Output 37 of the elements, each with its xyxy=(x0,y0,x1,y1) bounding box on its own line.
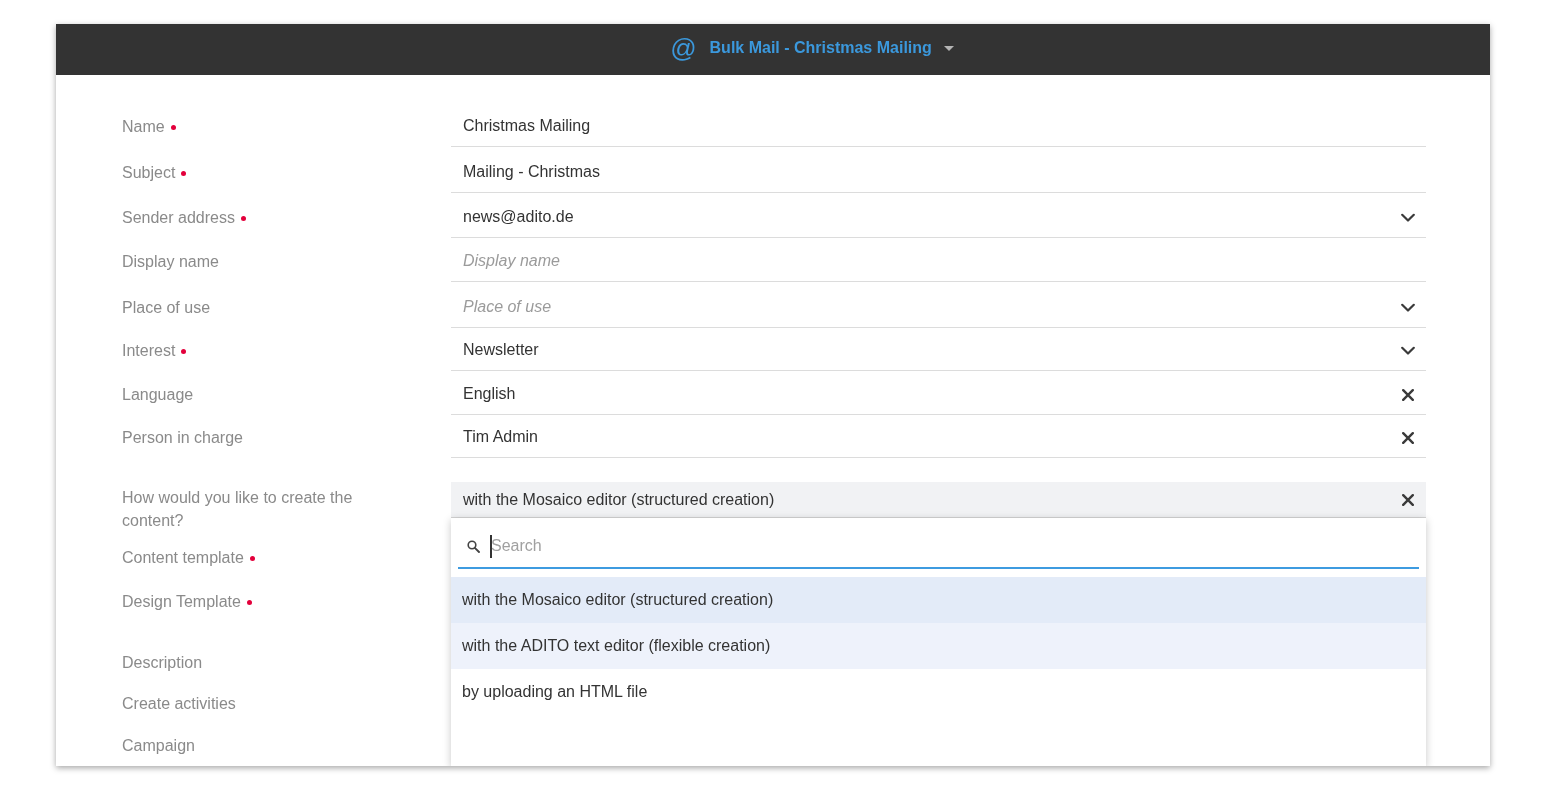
dropdown-option[interactable]: by uploading an HTML file xyxy=(451,669,1426,715)
field-label: Language xyxy=(122,385,194,405)
text-field[interactable]: Display name xyxy=(451,241,1426,282)
field-label: How would you like to create the content? xyxy=(122,488,354,531)
chevron-down-icon[interactable] xyxy=(1401,303,1415,312)
dropdown-option[interactable]: with the ADITO text editor (flexible creation) xyxy=(451,623,1426,669)
select-field[interactable]: Newsletter xyxy=(451,330,1426,371)
select-field[interactable]: with the Mosaico editor (structured creation) xyxy=(451,482,1426,518)
chevron-down-icon[interactable] xyxy=(1401,346,1415,355)
field-label: Name xyxy=(122,117,165,137)
at-sign-icon: @ xyxy=(670,35,697,61)
search-icon xyxy=(467,540,480,553)
field-label: Place of use xyxy=(122,298,211,318)
close-icon[interactable] xyxy=(1402,431,1414,444)
search-field[interactable]: Search xyxy=(458,525,1419,569)
field-label: Content template xyxy=(122,548,244,568)
field-label: Interest xyxy=(122,341,176,361)
caret-down-icon[interactable] xyxy=(943,46,954,51)
field-label: Subject xyxy=(122,163,176,183)
dropdown-option[interactable]: with the Mosaico editor (structured creation) xyxy=(451,577,1426,623)
text-field[interactable]: Mailing - Christmas xyxy=(451,152,1426,193)
field-label: Create activities xyxy=(122,694,236,714)
field-label: Description xyxy=(122,653,203,673)
close-icon[interactable] xyxy=(1402,494,1414,506)
select-field[interactable]: Tim Admin xyxy=(451,417,1426,458)
select-field[interactable]: news@adito.de xyxy=(451,197,1426,238)
field-label: Campaign xyxy=(122,736,195,756)
close-icon[interactable] xyxy=(1402,388,1414,401)
select-field[interactable]: English xyxy=(451,374,1426,415)
select-field[interactable]: Place of use xyxy=(451,287,1426,328)
field-label: Design Template xyxy=(122,592,241,612)
text-field[interactable]: Christmas Mailing xyxy=(451,106,1426,147)
field-label: Person in charge xyxy=(122,428,243,448)
record-title[interactable]: Bulk Mail - Christmas Mailing xyxy=(709,38,932,58)
field-label: Display name xyxy=(122,252,219,272)
chevron-down-icon[interactable] xyxy=(1401,213,1415,222)
field-label: Sender address xyxy=(122,208,235,228)
